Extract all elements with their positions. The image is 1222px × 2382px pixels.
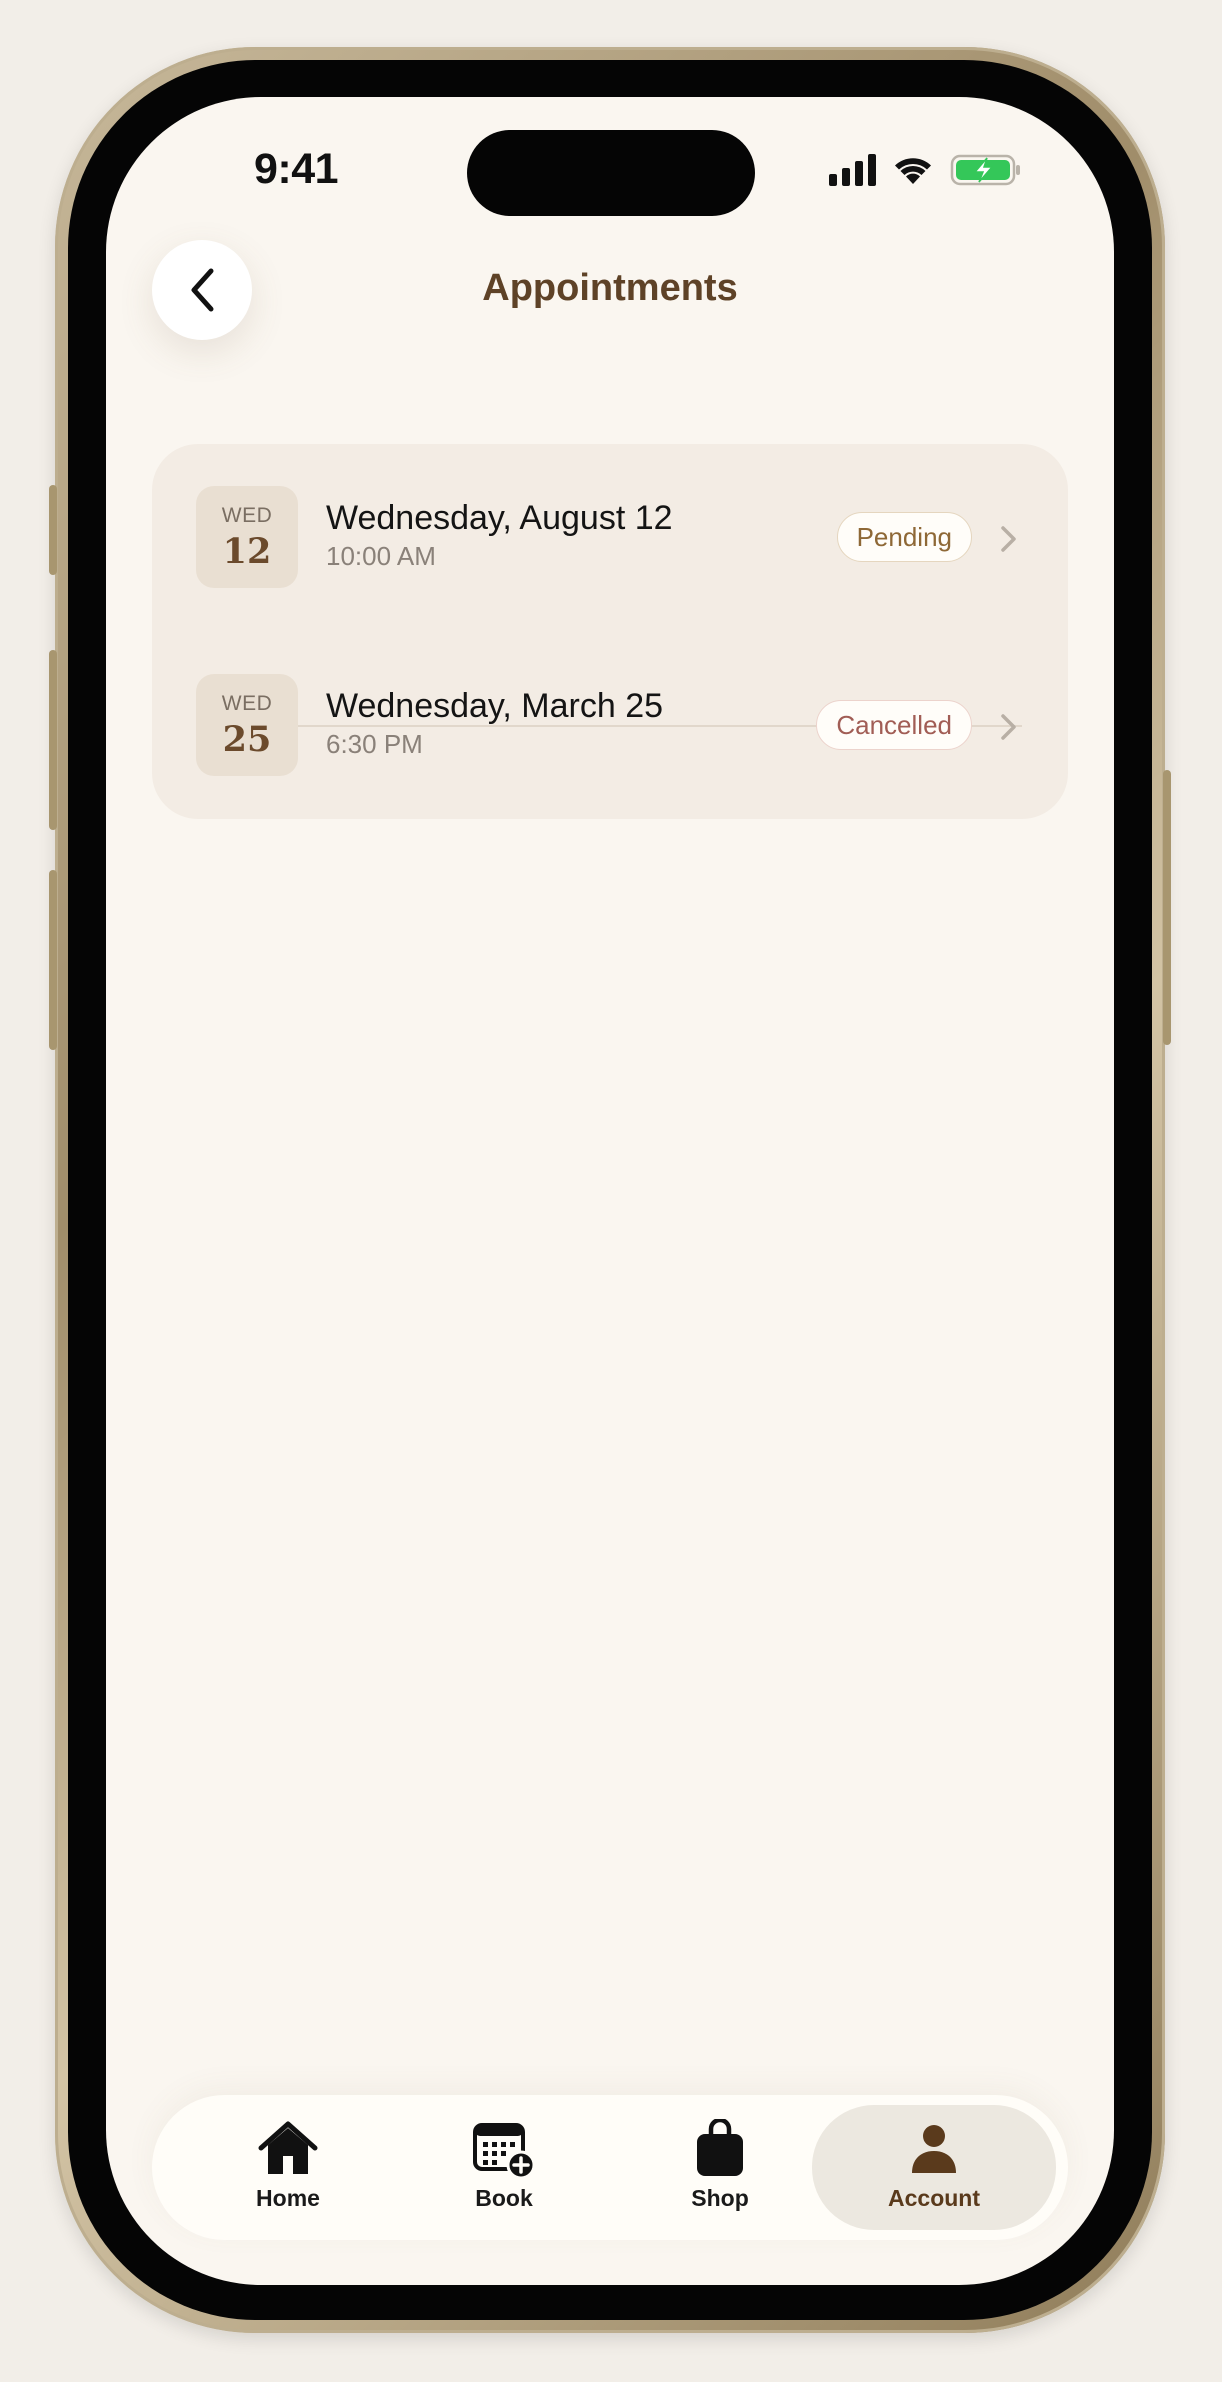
cellular-signal-icon <box>829 154 876 186</box>
date-day: 12 <box>222 531 272 572</box>
action-button <box>49 485 57 575</box>
shopping-bag-icon <box>697 2119 743 2176</box>
battery-charging-icon <box>950 154 1020 186</box>
dynamic-island <box>467 130 755 216</box>
appointment-time: 6:30 PM <box>326 729 423 759</box>
appointment-date: Wednesday, March 25 <box>326 687 664 725</box>
tab-label: Home <box>256 2185 320 2211</box>
tab-bar: Home Book Shop Account <box>152 2095 1068 2240</box>
status-badge-pending: Pending <box>836 512 972 562</box>
appointment-time: 10:00 AM <box>326 541 436 571</box>
calendar-add-icon <box>473 2123 536 2179</box>
date-tile: WED 12 <box>196 486 298 588</box>
tab-label: Shop <box>691 2185 749 2211</box>
tab-label: Book <box>475 2185 533 2211</box>
tab-book[interactable]: Book <box>382 2105 626 2230</box>
appointment-row[interactable]: WED 12 Wednesday, August 12 10:00 AM Pen… <box>152 469 1068 629</box>
date-tile: WED 25 <box>196 674 298 776</box>
home-icon <box>258 2121 318 2174</box>
date-day: 25 <box>222 719 272 760</box>
volume-up-button <box>49 650 57 830</box>
person-icon <box>912 2125 956 2173</box>
chevron-right-icon <box>1001 526 1016 552</box>
status-bar: 9:41 <box>106 97 1114 247</box>
status-badge-cancelled: Cancelled <box>816 700 972 750</box>
appointments-list: WED 12 Wednesday, August 12 10:00 AM Pen… <box>152 444 1068 819</box>
appointment-date: Wednesday, August 12 <box>326 499 673 537</box>
chevron-right-icon <box>1001 714 1016 740</box>
tab-home[interactable]: Home <box>166 2105 410 2230</box>
status-time: 9:41 <box>254 145 339 193</box>
date-weekday: WED <box>221 692 273 715</box>
tab-shop[interactable]: Shop <box>598 2105 842 2230</box>
page-title: Appointments <box>482 267 738 309</box>
appointment-row[interactable]: WED 25 Wednesday, March 25 6:30 PM Cance… <box>152 657 1068 817</box>
volume-down-button <box>49 870 57 1050</box>
date-weekday: WED <box>221 504 273 527</box>
power-button <box>1163 770 1171 1045</box>
tab-label: Account <box>888 2185 980 2211</box>
status-icons <box>829 153 1022 187</box>
tab-account[interactable]: Account <box>812 2105 1056 2230</box>
screen: 9:41 Appointments WED 12 Wednesday, Augu… <box>106 97 1114 2285</box>
wifi-icon <box>895 158 931 184</box>
